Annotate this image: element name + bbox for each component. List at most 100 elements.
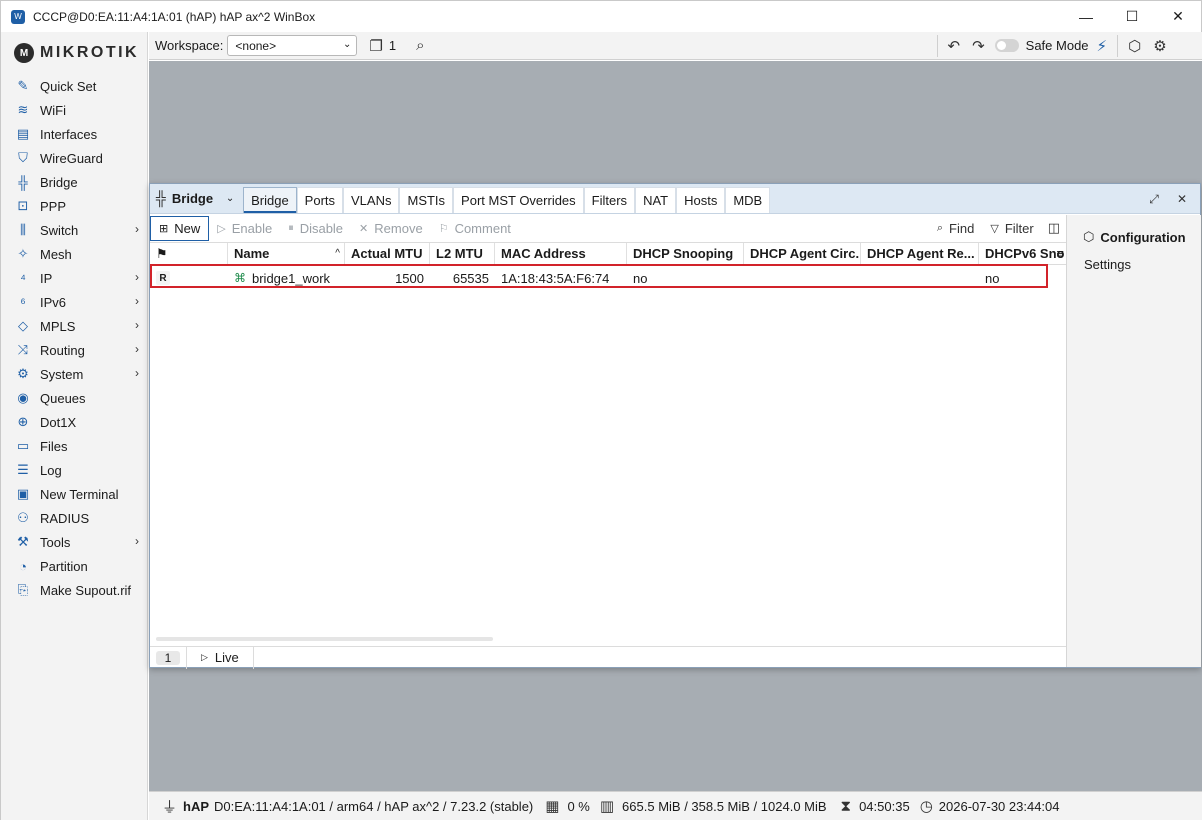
- column-header-dhcp-agent-circuit[interactable]: DHCP Agent Circ...: [744, 243, 861, 264]
- close-window-icon[interactable]: ✕: [1168, 192, 1196, 206]
- window-title-bar: W CCCP@D0:EA:11:A4:1A:01 (hAP) hAP ax^2 …: [0, 0, 1202, 32]
- sidebar-item-switch[interactable]: ⫼ Switch ›: [1, 218, 147, 242]
- sidebar-item-tools[interactable]: ⚒ Tools ›: [1, 530, 147, 554]
- shield-icon: ⛉: [18, 150, 28, 165]
- sidebar-item-mpls[interactable]: ◇ MPLS ›: [1, 314, 147, 338]
- routing-icon: ⤨: [17, 342, 29, 357]
- column-header-label: DHCP Agent Re...: [867, 246, 975, 261]
- toggle-panel-button[interactable]: ◫: [1042, 215, 1066, 241]
- tab-hosts[interactable]: Hosts: [676, 187, 726, 213]
- sidebar-item-wifi[interactable]: ≋ WiFi: [1, 98, 147, 122]
- horizontal-scrollbar[interactable]: [156, 637, 493, 641]
- hexagon-gear-icon: ⬡: [1083, 229, 1095, 244]
- sidebar-item-log[interactable]: ☰ Log: [1, 458, 147, 482]
- column-header-dhcpv6-snooping[interactable]: DHCPv6 Sno ≡: [979, 243, 1066, 264]
- sidebar-item-ppp[interactable]: ⊡ PPP: [1, 194, 147, 218]
- column-menu-icon[interactable]: ≡: [1056, 246, 1064, 261]
- router-icon: ⏚: [162, 798, 178, 816]
- sidebar-item-partition[interactable]: ◔ Partition: [1, 554, 147, 578]
- column-header-dhcp-agent-remote[interactable]: DHCP Agent Re...: [861, 243, 979, 264]
- sidebar-item-system[interactable]: ⚙ System ›: [1, 362, 147, 386]
- tab-port-mst-overrides[interactable]: Port MST Overrides: [453, 187, 584, 213]
- filter-button[interactable]: ▽ Filter: [982, 215, 1041, 241]
- live-button[interactable]: ▷ Live: [186, 646, 254, 669]
- new-package-icon[interactable]: ⬡: [1128, 37, 1141, 55]
- sidebar-item-radius[interactable]: ⚇ RADIUS: [1, 506, 147, 530]
- column-header-label: DHCP Snooping: [633, 246, 734, 261]
- sidebar-item-files[interactable]: ▭ Files: [1, 434, 147, 458]
- bridge-icon: ╬: [18, 174, 28, 190]
- new-button-label: New: [174, 220, 201, 236]
- bridge-icon: ⌘: [234, 271, 246, 285]
- find-button[interactable]: ⌕ Find: [929, 215, 982, 241]
- sidebar-item-label: IPv6: [40, 294, 67, 310]
- sidebar-item-label: Partition: [40, 558, 88, 574]
- comment-icon: ⚐: [438, 222, 449, 235]
- redo-icon[interactable]: ↷: [972, 37, 985, 55]
- tab-vlans[interactable]: VLANs: [343, 187, 400, 213]
- sidebar-item-wireguard[interactable]: ⛉ WireGuard: [1, 146, 147, 170]
- column-header-dhcp-snooping[interactable]: DHCP Snooping: [627, 243, 744, 264]
- sidebar-item-make-supout-rif[interactable]: ⎘ Make Supout.rif: [1, 578, 147, 602]
- sidebar-item-interfaces[interactable]: ▤ Interfaces: [1, 122, 147, 146]
- row-agent-circuit: [744, 267, 861, 289]
- status-cpu: 0 %: [567, 798, 590, 814]
- wifi-icon: ≋: [17, 102, 29, 117]
- safe-mode-toggle[interactable]: [994, 39, 1019, 52]
- sidebar-item-queues[interactable]: ◉ Queues: [1, 386, 147, 410]
- terminal-icon: ▣: [16, 486, 30, 501]
- radius-icon: ⚇: [17, 510, 29, 525]
- sidebar-item-dot1x[interactable]: ⊕ Dot1X: [1, 410, 147, 434]
- tab-mstis[interactable]: MSTIs: [399, 187, 454, 213]
- new-button[interactable]: ⊞ New: [150, 215, 210, 241]
- bridge-window: ╬ Bridge ⌄ Bridge Ports VLANs MSTIs Port MST…: [149, 183, 1201, 669]
- sidebar-item-bridge[interactable]: ╬ Bridge: [1, 170, 147, 194]
- column-header-label: L2 MTU: [436, 246, 483, 261]
- minimize-button[interactable]: —: [1063, 1, 1109, 33]
- toolbar-divider: [936, 34, 938, 57]
- configuration-section[interactable]: ⬡ Configuration: [1067, 229, 1201, 245]
- chevron-right-icon: ›: [135, 342, 139, 356]
- sidebar-item-mesh[interactable]: ✧ Mesh: [1, 242, 147, 266]
- table-footer: 1 ▷ Live: [150, 646, 1066, 669]
- tab-ports[interactable]: Ports: [296, 187, 344, 213]
- chevron-down-icon[interactable]: ⌄: [221, 183, 239, 213]
- sidebar-item-ipv6[interactable]: ⁶ IPv6 ›: [1, 290, 147, 314]
- undo-icon[interactable]: ↶: [948, 37, 961, 55]
- sidebar-item-ip[interactable]: ⁴ IP ›: [1, 266, 147, 290]
- tag-icon: ◇: [18, 318, 28, 333]
- close-button[interactable]: ✕: [1155, 1, 1201, 33]
- column-header-l2-mtu[interactable]: L2 MTU: [430, 243, 495, 264]
- gear-icon: ⚙: [17, 366, 29, 381]
- live-label: Live: [214, 650, 239, 665]
- sidebar-item-routing[interactable]: ⤨ Routing ›: [1, 338, 147, 362]
- tab-filters[interactable]: Filters: [583, 187, 636, 213]
- column-header-actual-mtu[interactable]: Actual MTU: [345, 243, 430, 264]
- disconnect-icon[interactable]: ⚡: [1097, 37, 1108, 55]
- comment-button[interactable]: ⚐ Comment: [431, 215, 519, 241]
- flag-column-header[interactable]: ⚑: [150, 243, 228, 264]
- remove-icon: ✕: [359, 222, 369, 235]
- tab-mdb[interactable]: MDB: [725, 187, 771, 213]
- table-row[interactable]: R ⌘ bridge1_work 1500 65535 1A:18:43:5A:F…: [150, 267, 1066, 289]
- tab-nat[interactable]: NAT: [635, 187, 677, 213]
- column-header-name[interactable]: Name ^: [228, 243, 345, 264]
- sidebar-item-label: WireGuard: [40, 150, 103, 166]
- remove-button[interactable]: ✕ Remove: [351, 215, 431, 241]
- maximize-window-icon[interactable]: ⤢: [1140, 192, 1168, 207]
- tab-bridge[interactable]: Bridge: [243, 187, 297, 213]
- workspace-select[interactable]: <none> ⌄: [227, 35, 358, 56]
- settings-link[interactable]: Settings: [1067, 257, 1201, 272]
- disable-button[interactable]: ⏸ Disable: [280, 215, 351, 241]
- sidebar-item-label: RADIUS: [40, 510, 90, 526]
- enable-button[interactable]: ▷ Enable: [209, 215, 280, 241]
- windows-icon[interactable]: ❐: [369, 37, 382, 55]
- column-header-mac-address[interactable]: MAC Address: [495, 243, 627, 264]
- sidebar-item-quick-set[interactable]: ✎ Quick Set: [1, 74, 147, 98]
- settings-gear-icon[interactable]: ⚙: [1153, 37, 1166, 55]
- search-icon[interactable]: ⌕: [416, 37, 424, 54]
- new-icon: ⊞: [159, 222, 169, 235]
- sidebar: M MIKROTIK ✎ Quick Set ≋ WiFi ▤ Interfaces ⛉ Wi…: [0, 32, 148, 820]
- sidebar-item-new-terminal[interactable]: ▣ New Terminal: [1, 482, 147, 506]
- maximize-button[interactable]: ☐: [1109, 1, 1155, 33]
